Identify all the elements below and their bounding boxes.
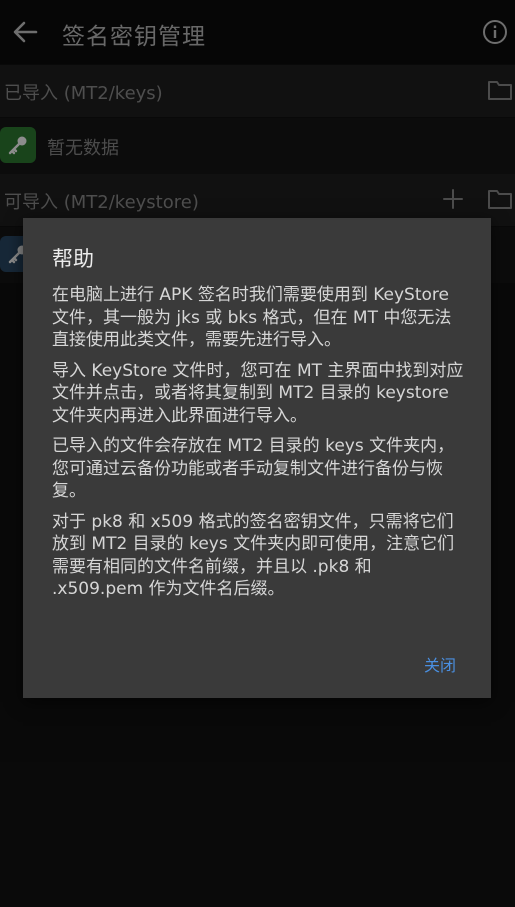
dialog-paragraph: 已导入的文件会存放在 MT2 目录的 keys 文件夹内，您可通过云备份功能或者…	[52, 436, 455, 501]
dialog-body: 在电脑上进行 APK 签名时我们需要使用到 KeyStore 文件，其一般为 j…	[52, 284, 464, 609]
dialog-title: 帮助	[52, 247, 94, 271]
app-screen: 签名密钥管理 已导入 (MT2/keys) 暂无数据 可导入 (MT2/keys…	[0, 0, 515, 907]
dialog-paragraph: 对于 pk8 和 x509 格式的签名密钥文件，只需将它们放到 MT2 目录的 …	[52, 511, 455, 600]
close-button[interactable]: 关闭	[424, 652, 456, 676]
dialog-paragraph: 导入 KeyStore 文件时，您可在 MT 主界面中找到对应文件并点击，或者将…	[52, 360, 464, 426]
dialog-paragraph: 在电脑上进行 APK 签名时我们需要使用到 KeyStore 文件，其一般为 j…	[52, 285, 452, 350]
help-dialog: 帮助 在电脑上进行 APK 签名时我们需要使用到 KeyStore 文件，其一般…	[23, 218, 491, 698]
